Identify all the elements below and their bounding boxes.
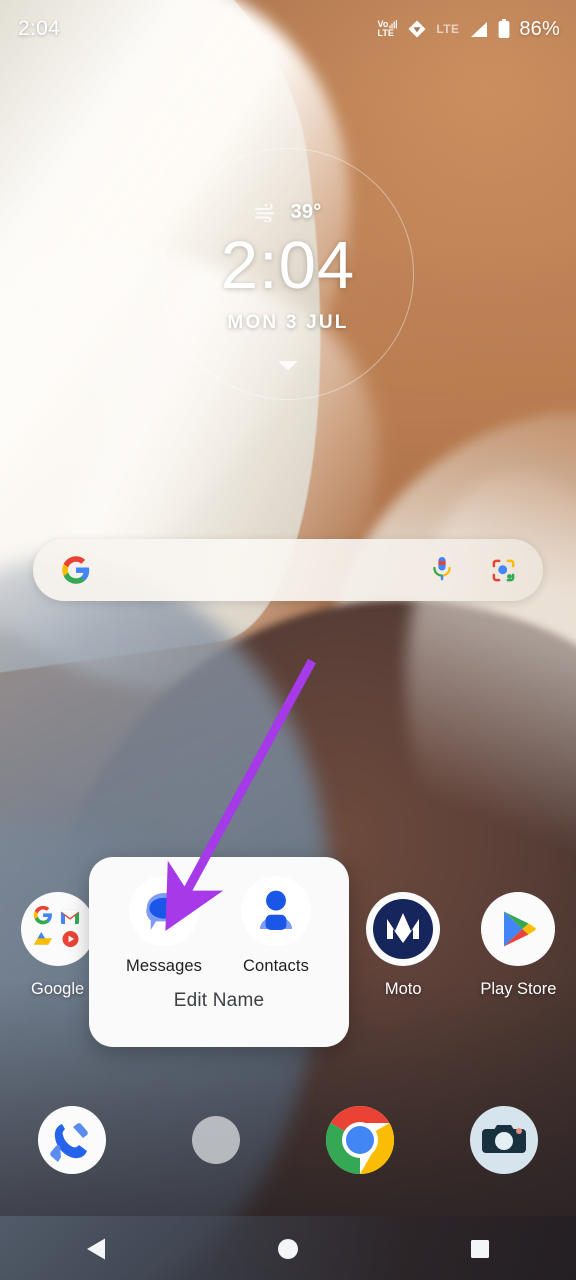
clock-weather-widget[interactable]: 39° 2:04 MON 3 JUL xyxy=(162,148,414,400)
battery-icon xyxy=(498,19,510,38)
volte-label-bottom: LTE xyxy=(377,28,394,38)
status-bar-clock: 2:04 xyxy=(18,17,61,40)
app-cell-play-store[interactable]: Play Store xyxy=(461,890,576,1025)
recents-square-icon[interactable] xyxy=(470,1239,490,1259)
app-label-moto: Moto xyxy=(384,980,422,998)
edit-name-button[interactable]: Edit Name xyxy=(174,990,265,1012)
search-actions xyxy=(430,556,517,584)
status-bar: 2:04 Vo LTE LTE 86% xyxy=(0,0,576,58)
dock-cell-phone[interactable] xyxy=(0,1090,144,1190)
nav-home-button[interactable] xyxy=(192,1238,384,1260)
folder-popup[interactable]: Messages Contacts Edit Name xyxy=(89,857,349,1047)
app-label-play-store: Play Store xyxy=(480,980,557,998)
play-store-icon[interactable] xyxy=(479,890,557,968)
google-search-bar[interactable] xyxy=(33,539,543,601)
volte-icon: Vo LTE xyxy=(378,20,399,38)
app-label-google-folder: Google xyxy=(30,980,85,998)
chevron-down-icon[interactable] xyxy=(277,360,299,371)
clock-time: 2:04 xyxy=(220,228,356,303)
dock-cell-empty-slot[interactable] xyxy=(144,1090,288,1190)
hotspot-diamond-icon xyxy=(408,20,426,38)
google-g-icon[interactable] xyxy=(61,555,91,585)
weather-row[interactable]: 39° xyxy=(254,201,322,224)
nav-recents-button[interactable] xyxy=(384,1239,576,1259)
phone-icon[interactable] xyxy=(30,1098,114,1182)
home-circle-icon[interactable] xyxy=(277,1238,299,1260)
folder-app-grid: Messages Contacts xyxy=(126,875,312,976)
contacts-icon[interactable] xyxy=(240,875,312,947)
google-lens-icon[interactable] xyxy=(490,557,517,584)
lte-label: LTE xyxy=(436,22,460,36)
clock-date: MON 3 JUL xyxy=(227,312,349,333)
signal-bars-icon xyxy=(471,21,488,37)
google-folder-icon[interactable] xyxy=(19,890,97,968)
search-input[interactable] xyxy=(91,539,430,601)
dock-cell-camera[interactable] xyxy=(432,1090,576,1190)
moto-icon[interactable] xyxy=(364,890,442,968)
folder-app-contacts[interactable]: Contacts xyxy=(240,875,312,976)
battery-percent-label: 86% xyxy=(519,17,560,40)
weather-temperature: 39° xyxy=(290,201,322,223)
folder-app-label-contacts: Contacts xyxy=(243,957,309,975)
empty-slot-placeholder[interactable] xyxy=(192,1116,240,1164)
back-triangle-icon[interactable] xyxy=(85,1237,107,1261)
status-bar-icons: Vo LTE LTE 86% xyxy=(378,18,560,41)
chrome-icon[interactable] xyxy=(318,1098,402,1182)
dock-cell-chrome[interactable] xyxy=(288,1090,432,1190)
windy-icon xyxy=(254,203,274,222)
camera-icon[interactable] xyxy=(462,1098,546,1182)
navigation-bar xyxy=(0,1218,576,1280)
messages-icon[interactable] xyxy=(128,875,200,947)
folder-app-label-messages: Messages xyxy=(125,957,202,975)
folder-app-messages[interactable]: Messages xyxy=(126,875,202,976)
microphone-icon[interactable] xyxy=(430,556,454,584)
nav-back-button[interactable] xyxy=(0,1237,192,1261)
app-cell-moto[interactable]: Moto xyxy=(346,890,461,1025)
dock-bar xyxy=(0,1090,576,1190)
